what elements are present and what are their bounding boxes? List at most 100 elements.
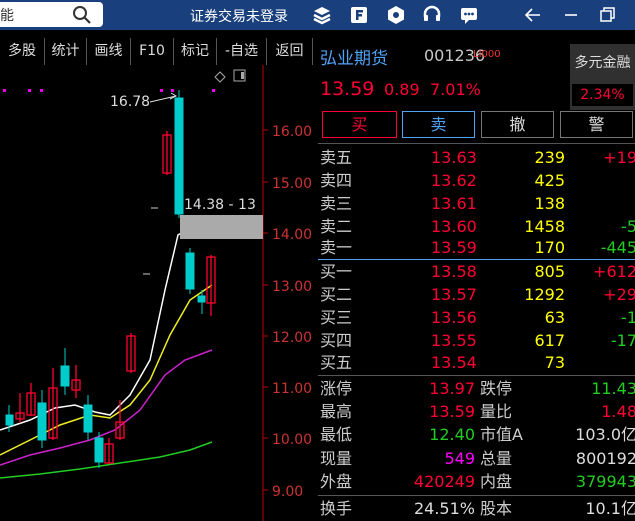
- stock-name[interactable]: 弘业期货: [320, 44, 388, 69]
- row-cell: 1458: [524, 217, 565, 236]
- y-tick-label: 10.00: [272, 432, 312, 448]
- row-cell: 617: [534, 331, 565, 350]
- toolbar-mark[interactable]: 标记: [174, 38, 217, 65]
- row-cell: 13.59: [431, 238, 477, 257]
- row-cell: 市值A: [480, 425, 523, 444]
- row-cell: 13.57: [431, 285, 477, 304]
- row-cell: 卖二: [320, 217, 353, 236]
- toolbar-multi-stock[interactable]: 多股: [0, 38, 45, 65]
- order-row[interactable]: 卖四 13.62 425: [318, 169, 635, 192]
- row-cell: 股本: [480, 499, 513, 518]
- row-cell: 12.40: [429, 425, 475, 444]
- order-row[interactable]: 买一 13.58 805 +612: [318, 260, 635, 283]
- row-cell: 1.48: [601, 402, 635, 421]
- row-cell: -17: [610, 331, 635, 350]
- dotted-markers: [3, 89, 215, 92]
- row-cell: 13.63: [431, 148, 477, 167]
- row-cell: 卖一: [320, 238, 353, 257]
- layers-icon[interactable]: [311, 4, 333, 26]
- search-text: 能: [0, 8, 14, 24]
- stock-tag: LI000: [473, 49, 501, 60]
- order-row[interactable]: 卖二 13.60 1458 -5: [318, 215, 635, 238]
- minimize-icon[interactable]: [560, 4, 582, 26]
- toolbar-return[interactable]: 返回: [267, 38, 313, 65]
- toolbar-watchlist[interactable]: -自选: [217, 38, 267, 65]
- toolbar-draw[interactable]: 画线: [87, 38, 131, 65]
- row-cell: 总量: [480, 449, 513, 468]
- stats-row: 最高 13.59 量比 1.48: [318, 400, 635, 423]
- search-input[interactable]: 能: [0, 2, 103, 27]
- sell-button[interactable]: 卖: [402, 111, 475, 138]
- top-bar: 能 证券交易未登录: [0, 0, 635, 30]
- toolbar-f10[interactable]: F10: [131, 38, 174, 65]
- stats-row: 外盘 420249 内盘 379943: [318, 470, 635, 493]
- order-row[interactable]: 卖五 13.63 239 +19: [318, 146, 635, 169]
- order-row[interactable]: 买二 13.57 1292 +29: [318, 283, 635, 306]
- stats-row: 换手 24.51% 股本 10.1亿: [318, 497, 635, 520]
- row-cell: 买五: [320, 353, 353, 372]
- high-arrow: [149, 95, 177, 103]
- row-cell: 买三: [320, 308, 353, 327]
- order-row[interactable]: 买四 13.55 617 -17: [318, 329, 635, 352]
- chart-toolbar: 多股 统计 画线 F10 标记 -自选 返回: [0, 38, 318, 65]
- kline-chart[interactable]: 16.00 15.00 14.00 13.00 12.00 11.00 10.0…: [0, 65, 318, 521]
- order-row[interactable]: 卖三 13.61 138: [318, 192, 635, 215]
- row-cell: 买二: [320, 285, 353, 304]
- concept-name: 多元金融: [574, 55, 631, 71]
- row-cell: 103.0亿: [575, 425, 635, 444]
- row-cell: 549: [444, 449, 475, 468]
- back-arrow-icon[interactable]: [522, 4, 544, 26]
- login-status[interactable]: 证券交易未登录: [190, 6, 288, 26]
- row-cell: 13.58: [431, 262, 477, 281]
- toolbar-stats[interactable]: 统计: [45, 38, 87, 65]
- row-cell: 1292: [524, 285, 565, 304]
- restore-icon[interactable]: [596, 4, 618, 26]
- row-cell: -5: [621, 217, 635, 236]
- row-cell: 最高: [320, 402, 353, 421]
- f10-icon[interactable]: [348, 4, 370, 26]
- message-icon[interactable]: [458, 4, 480, 26]
- row-cell: 13.61: [431, 194, 477, 213]
- row-cell: 卖三: [320, 194, 353, 213]
- order-row[interactable]: 卖一 13.59 170 -445: [318, 236, 635, 259]
- buy-button[interactable]: 买: [322, 111, 397, 138]
- concept-box[interactable]: 多元金融 2.34%: [570, 44, 635, 110]
- y-tick-label: 13.00: [272, 279, 312, 295]
- y-tick-label: 12.00: [272, 330, 312, 346]
- search-icon[interactable]: [72, 5, 92, 25]
- y-tick-label: 9.00: [272, 484, 303, 500]
- row-cell: 239: [534, 148, 565, 167]
- row-cell: 138: [534, 194, 565, 213]
- divider: [318, 143, 635, 144]
- y-ticks: [263, 129, 268, 491]
- row-cell: 最低: [320, 425, 353, 444]
- row-cell: 805: [534, 262, 565, 281]
- row-cell: 13.60: [431, 217, 477, 236]
- cancel-button[interactable]: 撤: [481, 111, 554, 138]
- current-price: 13.59: [320, 78, 375, 100]
- y-tick-label: 14.00: [272, 227, 312, 243]
- row-cell: -445: [600, 238, 635, 257]
- concept-change: 2.34%: [572, 84, 633, 106]
- row-cell: 13.62: [431, 171, 477, 190]
- row-cell: 63: [544, 308, 565, 327]
- row-cell: 跌停: [480, 379, 513, 398]
- order-row[interactable]: 买五 13.54 73: [318, 351, 635, 374]
- high-price-label: 16.78: [110, 94, 150, 110]
- row-cell: 24.51%: [413, 499, 475, 518]
- row-cell: +612: [593, 262, 635, 281]
- order-row[interactable]: 买三 13.56 63 -1: [318, 306, 635, 329]
- row-cell: 买四: [320, 331, 353, 350]
- row-cell: 13.55: [431, 331, 477, 350]
- row-cell: 外盘: [320, 472, 353, 491]
- diamond-icon[interactable]: [214, 71, 226, 83]
- headset-icon[interactable]: [421, 4, 443, 26]
- price-change: 0.89: [384, 80, 420, 99]
- row-cell: 内盘: [480, 472, 513, 491]
- divider: [318, 495, 635, 496]
- row-cell: 量比: [480, 402, 513, 421]
- quote-panel: 弘业期货 001236 LI000 多元金融 2.34% 13.59 0.89 …: [318, 38, 635, 521]
- hexagon-icon[interactable]: [385, 4, 407, 26]
- row-cell: 420249: [413, 472, 475, 491]
- alert-button[interactable]: 警: [560, 111, 633, 138]
